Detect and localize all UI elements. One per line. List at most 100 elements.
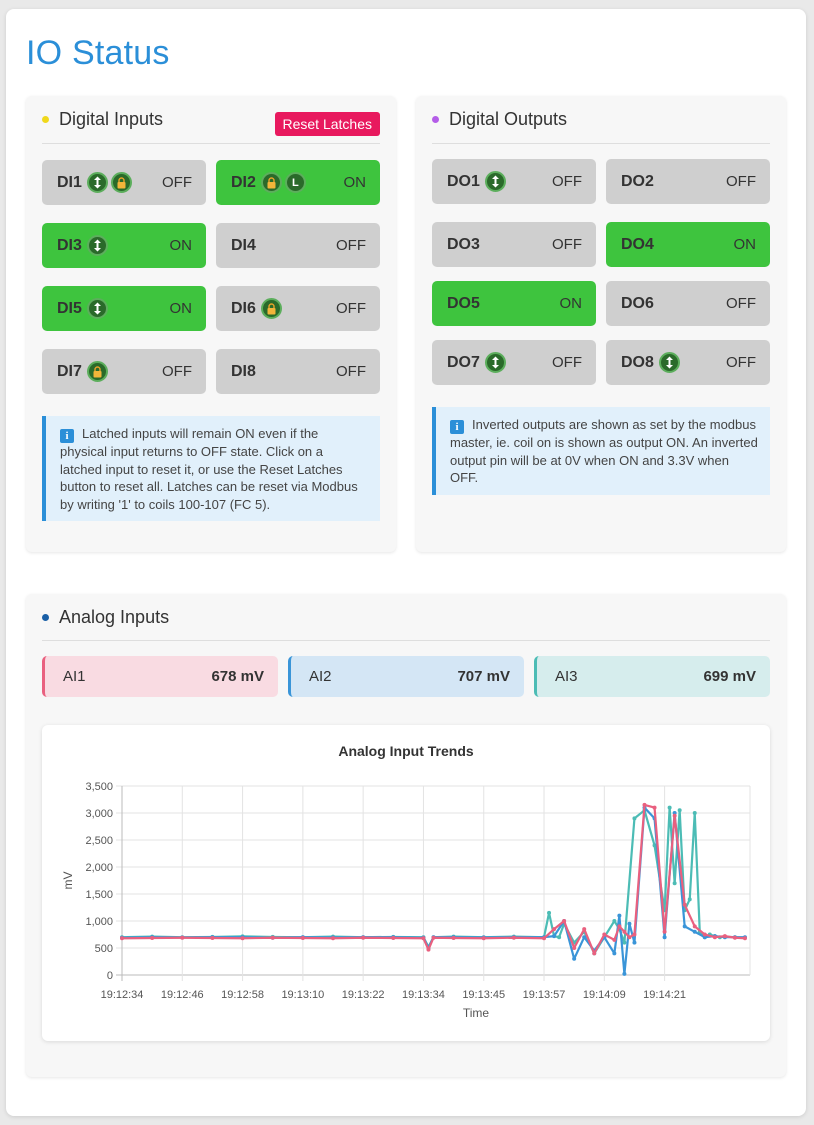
trend-chart-card: Analog Input Trends 0 500 1,000 1,500 2,000 2… — [42, 725, 770, 1041]
toggle-icon — [484, 171, 506, 192]
x-axis-label: Time — [463, 1006, 490, 1020]
ai-tile-ai3: AI3 699 mV — [534, 656, 770, 697]
latched-l-icon: L — [284, 172, 306, 193]
info-icon: i — [60, 429, 74, 443]
series-point-0 — [692, 811, 697, 815]
series-point-1 — [612, 951, 617, 956]
series-point-2 — [331, 936, 336, 941]
series-point-2 — [511, 935, 516, 940]
di-state: OFF — [162, 363, 192, 380]
di-tile-di4[interactable]: DI4 OFF — [216, 223, 380, 268]
digital-inputs-title: Digital Inputs — [59, 109, 164, 129]
x-tick-label: 19:12:34 — [101, 989, 144, 1001]
series-point-2 — [642, 802, 647, 807]
do-tile-do6[interactable]: DO6 OFF — [606, 281, 770, 326]
di-name: DI5 — [57, 299, 82, 317]
reset-latches-button[interactable]: Reset Latches — [274, 112, 380, 136]
digital-inputs-info: i Latched inputs will remain ON even if t… — [42, 416, 380, 521]
di-tile-di2[interactable]: DI2 L ON — [216, 160, 380, 205]
di-state: ON — [169, 237, 193, 254]
di-tile-di1[interactable]: DI1 OFF — [42, 160, 206, 205]
y-tick-label: 1,000 — [85, 916, 113, 928]
digital-outputs-dot — [432, 116, 439, 123]
series-point-2 — [180, 935, 185, 940]
do-name: DO4 — [621, 235, 654, 253]
toggle-icon — [86, 298, 108, 319]
di-name: DI1 — [57, 173, 82, 191]
do-tile-do4[interactable]: DO4 ON — [606, 222, 770, 267]
ai-tile-ai1: AI1 678 mV — [42, 656, 278, 697]
do-tile-do1[interactable]: DO1 OFF — [432, 159, 596, 204]
do-name: DO7 — [447, 353, 480, 371]
series-point-2 — [562, 919, 567, 923]
di-name: DI8 — [231, 362, 256, 380]
di-tile-di5[interactable]: DI5 ON — [42, 286, 206, 331]
di-tile-di7[interactable]: DI7 OFF — [42, 349, 206, 394]
series-point-1 — [572, 956, 577, 961]
series-point-1 — [552, 934, 557, 939]
series-point-2 — [712, 935, 717, 940]
toggle-icon — [658, 352, 680, 373]
series-point-1 — [632, 940, 637, 945]
di-tile-di6[interactable]: DI6 OFF — [216, 286, 380, 331]
series-point-2 — [582, 927, 587, 932]
series-point-2 — [210, 936, 215, 941]
series-point-2 — [682, 902, 687, 907]
di-state: ON — [169, 300, 193, 317]
page-title: IO Status — [26, 34, 170, 72]
ai-value: 699 mV — [703, 668, 756, 685]
do-name: DO8 — [621, 353, 654, 371]
y-tick-label: 2,000 — [85, 862, 113, 874]
series-point-2 — [451, 936, 456, 941]
di-tile-di3[interactable]: DI3 ON — [42, 223, 206, 268]
series-point-2 — [426, 947, 431, 952]
series-point-2 — [592, 951, 597, 956]
do-tile-do8[interactable]: DO8 OFF — [606, 340, 770, 385]
x-tick-label: 19:14:21 — [643, 989, 686, 1001]
digital-inputs-panel: Digital Inputs Reset Latches DI1 OFF DI2 L O… — [26, 96, 396, 552]
di-state: OFF — [336, 237, 366, 254]
do-state: OFF — [552, 236, 582, 253]
series-point-1 — [627, 921, 632, 926]
do-tile-do7[interactable]: DO7 OFF — [432, 340, 596, 385]
x-tick-label: 19:13:57 — [523, 989, 566, 1001]
do-tile-do5[interactable]: DO5 ON — [432, 281, 596, 326]
do-state: OFF — [552, 354, 582, 371]
series-point-2 — [617, 924, 622, 929]
toggle-icon — [86, 172, 108, 193]
digital-inputs-dot — [42, 116, 49, 123]
series-point-0 — [557, 935, 562, 940]
series-line-2 — [121, 803, 746, 955]
series-point-1 — [662, 935, 667, 940]
ai-tile-ai2: AI2 707 mV — [288, 656, 524, 697]
series-point-2 — [702, 932, 707, 937]
series-point-2 — [572, 946, 577, 950]
series-point-1 — [682, 924, 687, 929]
do-state: OFF — [552, 173, 582, 190]
lock-icon — [110, 172, 132, 193]
series-point-2 — [150, 936, 155, 941]
series-point-2 — [732, 935, 737, 940]
do-tile-do3[interactable]: DO3 OFF — [432, 222, 596, 267]
series-point-0 — [632, 816, 637, 821]
x-tick-label: 19:13:22 — [342, 989, 385, 1001]
di-tile-di8[interactable]: DI8 OFF — [216, 349, 380, 394]
do-name: DO3 — [447, 235, 480, 253]
series-point-2 — [481, 936, 486, 941]
di-state: ON — [343, 174, 367, 191]
info-icon: i — [450, 420, 464, 434]
ai-name: AI2 — [309, 668, 332, 685]
series-point-2 — [120, 936, 124, 941]
series-point-2 — [627, 935, 632, 940]
series-point-0 — [622, 940, 627, 945]
do-tile-do2[interactable]: DO2 OFF — [606, 159, 770, 204]
di-state: OFF — [336, 363, 366, 380]
analog-inputs-dot — [42, 613, 49, 621]
series-point-0 — [677, 808, 682, 813]
latched-letter: L — [292, 176, 299, 189]
di-state: OFF — [336, 300, 366, 317]
series-point-2 — [240, 936, 245, 941]
x-tick-label: 19:12:58 — [221, 989, 264, 1001]
y-tick-label: 3,500 — [85, 781, 113, 793]
series-point-0 — [672, 881, 677, 886]
